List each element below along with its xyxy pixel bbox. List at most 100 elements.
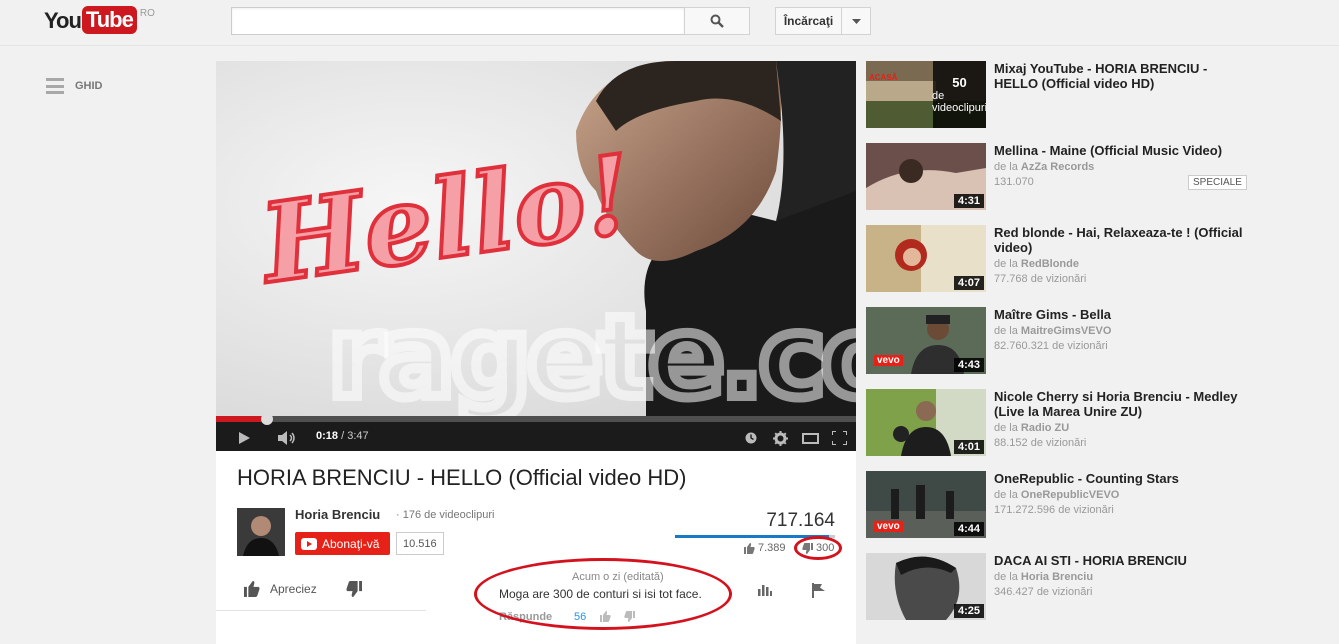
chevron-down-icon (851, 18, 861, 24)
by-prefix: de la (994, 325, 1018, 337)
subscribe-button[interactable]: Abonaţi-vă (295, 532, 390, 555)
bar-chart-icon (758, 585, 772, 596)
related-channel: de la RedBlonde (994, 258, 1079, 270)
progress-fill (216, 416, 268, 422)
stats-button[interactable] (758, 583, 772, 601)
related-views: 346.427 de vizionări (994, 586, 1093, 598)
related-title: DACA AI STI - HORIA BRENCIU (994, 553, 1187, 568)
thumbnail: vevo 4:44 (866, 471, 986, 538)
related-item[interactable]: 4:01 Nicole Cherry si Horia Brenciu - Me… (866, 389, 1266, 459)
mix-count-number: 50 (952, 75, 967, 90)
thumbnail: 4:31 (866, 143, 986, 210)
thumbnail: 4:07 (866, 225, 986, 292)
watch-later-icon[interactable] (745, 432, 757, 444)
mix-count-label: de videoclipuri (931, 90, 986, 114)
video-still: Hello! ragete.com (216, 61, 856, 416)
channel-name[interactable]: Horia Brenciu (295, 507, 380, 522)
watermark-text: ragete.com (328, 293, 856, 416)
thumbnail: ACASĂ 50 de videoclipuri (866, 61, 986, 128)
vevo-label: vevo (874, 355, 903, 366)
related-channel: de la OneRepublicVEVO (994, 489, 1119, 501)
related-item[interactable]: ACASĂ 50 de videoclipuri Mixaj YouTube - … (866, 61, 1266, 131)
duration-badge: 4:44 (953, 522, 984, 536)
thumbnail: 4:01 (866, 389, 986, 456)
search-icon (710, 14, 724, 28)
time-display: 0:18 / 3:47 (316, 430, 369, 442)
related-channel: de la Radio ZU (994, 422, 1069, 434)
related-views: 131.070 (994, 176, 1034, 188)
logo-country-code: RO (139, 8, 155, 19)
related-item[interactable]: 4:25 DACA AI STI - HORIA BRENCIU de la H… (866, 553, 1266, 623)
related-title: Nicole Cherry si Horia Brenciu - Medley … (994, 389, 1238, 419)
volume-icon[interactable] (277, 431, 297, 445)
view-count: 717.164 (766, 510, 835, 531)
comment-like-count: 56 (574, 611, 587, 623)
mix-count: 50 de videoclipuri (931, 61, 986, 128)
video-title: HORIA BRENCIU - HELLO (Official video HD… (237, 465, 687, 490)
report-button[interactable] (812, 583, 826, 603)
featured-badge: SPECIALE (1188, 175, 1247, 190)
thumbnail: vevo 4:43 (866, 307, 986, 374)
duration-badge: 4:25 (953, 604, 984, 618)
related-channel: de la AzZa Records (994, 161, 1094, 173)
youtube-logo[interactable]: You Tube RO (44, 6, 155, 36)
menu-icon (46, 78, 64, 94)
duration-badge: 4:07 (953, 276, 984, 290)
subscriber-count: 10.516 (396, 532, 444, 555)
dislike-count[interactable]: 300 (802, 542, 834, 554)
channel-video-count: · 176 de videoclipuri (396, 509, 495, 521)
related-channel: de la MaitreGimsVEVO (994, 325, 1111, 337)
search-button[interactable] (684, 7, 750, 35)
watch-main: Hello! ragete.com 0:18 / 3:47 HORIA BREN… (216, 61, 856, 644)
like-count-text: 7.389 (758, 542, 786, 554)
related-views: 77.768 de vizionări (994, 273, 1087, 285)
vevo-label: vevo (874, 521, 903, 532)
related-item[interactable]: 4:31 Mellina - Maine (Official Music Vid… (866, 143, 1266, 213)
duration-badge: 4:31 (953, 194, 984, 208)
channel-name: Radio ZU (1020, 422, 1070, 434)
progress-bar[interactable] (216, 413, 856, 425)
comment-time: Acum o zi (editată) (572, 571, 664, 583)
search-input[interactable] (231, 7, 685, 35)
like-count[interactable]: 7.389 (744, 542, 786, 554)
guide-label: GHID (75, 80, 103, 92)
thumbs-down-icon (802, 542, 813, 554)
thumbnail: 4:25 (866, 553, 986, 620)
related-channel: de la Horia Brenciu (994, 571, 1093, 583)
comment-overlay: Acum o zi (editată) Moga are 300 de cont… (216, 568, 736, 644)
time-total: 3:47 (347, 430, 369, 442)
channel-name: OneRepublicVEVO (1020, 489, 1120, 501)
thumbs-down-icon[interactable] (624, 611, 635, 622)
by-prefix: de la (994, 571, 1018, 583)
fullscreen-icon[interactable] (832, 431, 847, 445)
theater-mode-icon[interactable] (802, 433, 819, 444)
channel-name: MaitreGimsVEVO (1020, 325, 1112, 337)
scrubber-handle[interactable] (261, 413, 274, 425)
related-item[interactable]: 4:07 Red blonde - Hai, Relaxeaza-te ! (O… (866, 225, 1266, 295)
upload-button[interactable]: Încărcaţi (776, 8, 842, 34)
upload-menu-button[interactable] (842, 8, 870, 34)
play-icon[interactable] (238, 431, 251, 445)
related-title: Maître Gims - Bella (994, 307, 1112, 322)
by-prefix: de la (994, 161, 1018, 173)
related-views: 88.152 de vizionări (994, 437, 1087, 449)
thumbs-up-icon (744, 542, 755, 554)
related-views: 82.760.321 de vizionări (994, 340, 1108, 352)
flag-icon (812, 583, 825, 598)
logo-you-text: You (44, 8, 82, 33)
related-item[interactable]: vevo 4:44 OneRepublic - Counting Stars d… (866, 471, 1266, 541)
reply-link[interactable]: Răspunde (499, 611, 552, 623)
by-prefix: de la (994, 422, 1018, 434)
channel-name: Horia Brenciu (1020, 571, 1094, 583)
related-title: Mellina - Maine (Official Music Video) (994, 143, 1223, 158)
related-item[interactable]: vevo 4:43 Maître Gims - Bella de la Mait… (866, 307, 1266, 377)
likes-fill (675, 535, 829, 538)
dislike-count-text: 300 (816, 542, 835, 554)
channel-avatar[interactable] (237, 508, 285, 556)
gear-icon[interactable] (773, 431, 788, 446)
video-frame[interactable]: Hello! ragete.com (216, 61, 856, 416)
guide-button[interactable]: GHID (46, 78, 103, 94)
youtube-play-icon (301, 537, 317, 550)
player-controls: 0:18 / 3:47 (216, 413, 856, 451)
thumbs-up-icon[interactable] (600, 611, 611, 622)
